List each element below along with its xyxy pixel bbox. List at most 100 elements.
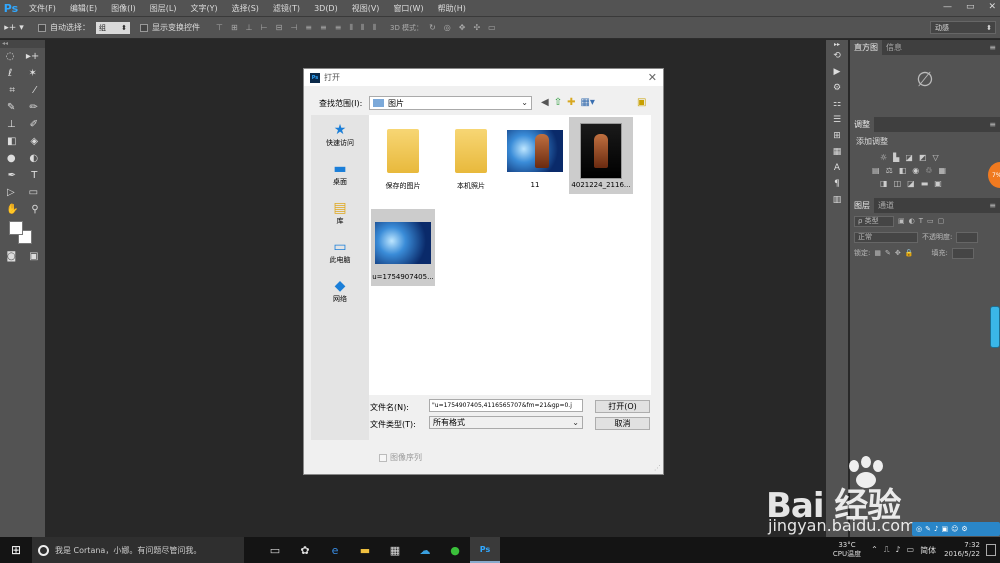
tool-presets-icon[interactable]: ⚙ — [826, 80, 848, 96]
menu-3d[interactable]: 3D(D) — [307, 4, 345, 13]
align-right-icon[interactable]: ⊣ — [290, 23, 297, 33]
network-tray-icon[interactable]: ⎍ — [884, 545, 890, 556]
eraser-tool-icon[interactable]: ◧ — [7, 136, 16, 147]
opacity-field[interactable] — [956, 231, 979, 243]
zoom-tool-icon[interactable]: ⚲ — [31, 204, 38, 215]
align-top-icon[interactable]: ⊤ — [216, 23, 223, 33]
new-folder-icon[interactable]: ▣ — [637, 97, 646, 108]
distribute-center-icon[interactable]: ⦀ — [361, 23, 365, 33]
menu-filter[interactable]: 滤镜(T) — [266, 3, 307, 14]
filter-shape-icon[interactable]: ▭ — [927, 217, 934, 225]
menu-window[interactable]: 窗口(W) — [386, 3, 430, 14]
edge-browser-icon[interactable]: e — [320, 537, 350, 563]
toolbar-icon[interactable]: ✎ — [925, 525, 931, 533]
hue-sat-icon[interactable]: ▤ — [872, 166, 880, 175]
lock-paint-icon[interactable]: ✎ — [885, 249, 891, 257]
channel-mixer-icon[interactable]: ♲ — [925, 166, 932, 175]
list-item[interactable]: 4021224_2116... — [569, 117, 633, 194]
properties-icon[interactable]: ⚏ — [826, 96, 848, 112]
levels-icon[interactable]: ▙ — [893, 153, 899, 162]
place-quick-access[interactable]: ★ 快速访问 — [311, 115, 369, 154]
look-in-dropdown[interactable]: 图片 ⌄ — [369, 96, 532, 110]
healing-brush-icon[interactable]: ✎ — [7, 102, 15, 113]
open-button[interactable]: 打开(O) — [595, 400, 650, 413]
menu-select[interactable]: 选择(S) — [225, 3, 266, 14]
menu-type[interactable]: 文字(Y) — [183, 3, 224, 14]
align-bottom-icon[interactable]: ⊥ — [246, 23, 253, 33]
color-balance-icon[interactable]: ⚖ — [886, 166, 893, 175]
curves-icon[interactable]: ◪ — [905, 153, 913, 162]
filetype-dropdown[interactable]: 所有格式 ⌄ — [429, 416, 583, 429]
toolbar-icon[interactable]: ◎ — [916, 525, 922, 533]
paint-bucket-icon[interactable]: ◈ — [30, 136, 38, 147]
keyboard-icon[interactable]: ▭ — [907, 545, 915, 556]
slide-3d-icon[interactable]: ✣ — [473, 23, 480, 32]
minimize-button[interactable]: — — [943, 2, 952, 12]
tab-adjustments[interactable]: 调整 — [850, 117, 874, 132]
screen-mode-icon[interactable]: ▣ — [29, 251, 38, 262]
gradient-map-icon[interactable]: ▬ — [921, 179, 929, 188]
list-item[interactable]: 保存的图片 — [371, 117, 435, 194]
dodge-tool-icon[interactable]: ◐ — [29, 153, 38, 164]
distribute-right-icon[interactable]: ⦀ — [372, 23, 376, 33]
tab-histogram[interactable]: 直方图 — [850, 40, 882, 55]
foreground-color[interactable] — [9, 221, 23, 235]
rectangle-tool-icon[interactable]: ▭ — [29, 187, 38, 198]
distribute-bottom-icon[interactable]: ≡ — [335, 23, 342, 33]
list-item[interactable]: 本机照片 — [439, 117, 503, 194]
threshold-icon[interactable]: ◪ — [907, 179, 915, 188]
menu-help[interactable]: 帮助(H) — [431, 3, 473, 14]
place-this-pc[interactable]: ▭ 此电脑 — [311, 232, 369, 271]
pinwheel-app-icon[interactable]: ✿ — [290, 537, 320, 563]
blend-mode-dropdown[interactable]: 正常 — [854, 231, 918, 243]
black-white-icon[interactable]: ◧ — [899, 166, 907, 175]
vibrance-icon[interactable]: ▽ — [932, 153, 938, 162]
tab-layers[interactable]: 图层 — [850, 198, 874, 213]
auto-select-dropdown[interactable]: 组 ⬍ — [96, 21, 130, 34]
filter-type-icon[interactable]: T — [919, 217, 923, 225]
filter-smart-icon[interactable]: ▢ — [938, 217, 945, 225]
list-item[interactable]: u=1754907405... — [371, 209, 435, 286]
cortana-search[interactable]: 我是 Cortana，小娜。有问题尽管问我。 — [32, 537, 244, 563]
ime-label[interactable]: 简体 — [920, 545, 936, 556]
roll-3d-icon[interactable]: ◎ — [444, 23, 451, 32]
tab-info[interactable]: 信息 — [882, 42, 906, 53]
filename-input[interactable]: "u=1754907405,4116565707&fm=21&gp=0.j — [429, 399, 583, 412]
swatches-icon[interactable]: ▦ — [826, 144, 848, 160]
toolbar-icon[interactable]: ⚙ — [961, 525, 967, 533]
place-library[interactable]: ▤ 库 — [311, 193, 369, 232]
photoshop-taskbar-icon[interactable]: Ps — [470, 537, 500, 563]
blur-tool-icon[interactable]: ● — [7, 153, 16, 164]
back-icon[interactable]: ◀ — [541, 97, 549, 108]
posterize-icon[interactable]: ◫ — [894, 179, 902, 188]
eyedropper-icon[interactable]: ⁄ — [34, 85, 36, 96]
workspace-dropdown[interactable]: 动感 ⬍ — [930, 21, 996, 34]
photo-filter-icon[interactable]: ◉ — [912, 166, 919, 175]
toolbar-icon[interactable]: ☺ — [951, 525, 958, 533]
history-panel-icon[interactable]: ⟲ — [826, 48, 848, 64]
align-center-icon[interactable]: ⊟ — [276, 23, 283, 33]
filter-pixel-icon[interactable]: ▣ — [898, 217, 905, 225]
pan-3d-icon[interactable]: ✥ — [459, 23, 466, 32]
cancel-button[interactable]: 取消 — [595, 417, 650, 430]
layer-kind-dropdown[interactable]: ρ 类型 — [854, 215, 894, 227]
menu-edit[interactable]: 编辑(E) — [63, 3, 104, 14]
show-transform-checkbox[interactable] — [140, 23, 148, 32]
floating-toolbar[interactable]: ◎ ✎ ♪ ▣ ☺ ⚙ — [912, 522, 1000, 536]
move-tool-icon[interactable]: ▸+ ▾ — [0, 23, 28, 33]
lock-pixels-icon[interactable]: ▦ — [874, 249, 881, 257]
menu-image[interactable]: 图像(I) — [104, 3, 143, 14]
green-app-icon[interactable]: ● — [440, 537, 470, 563]
hand-tool-icon[interactable]: ✋ — [6, 204, 18, 215]
pen-tool-icon[interactable]: ✒ — [8, 170, 16, 181]
crop-tool-icon[interactable]: ⌗ — [9, 85, 15, 96]
distribute-top-icon[interactable]: ≡ — [305, 23, 312, 33]
path-select-icon[interactable]: ▷ — [7, 187, 15, 198]
history-brush-icon[interactable]: ✐ — [30, 119, 38, 130]
lock-move-icon[interactable]: ✥ — [895, 249, 901, 257]
cloud-app-icon[interactable]: ☁ — [410, 537, 440, 563]
toolbox-grip[interactable]: ◂◂ — [0, 40, 45, 48]
brightness-icon[interactable]: ☼ — [880, 153, 887, 162]
brush-tool-icon[interactable]: ✏ — [30, 102, 38, 113]
color-lookup-icon[interactable]: ▦ — [938, 166, 946, 175]
